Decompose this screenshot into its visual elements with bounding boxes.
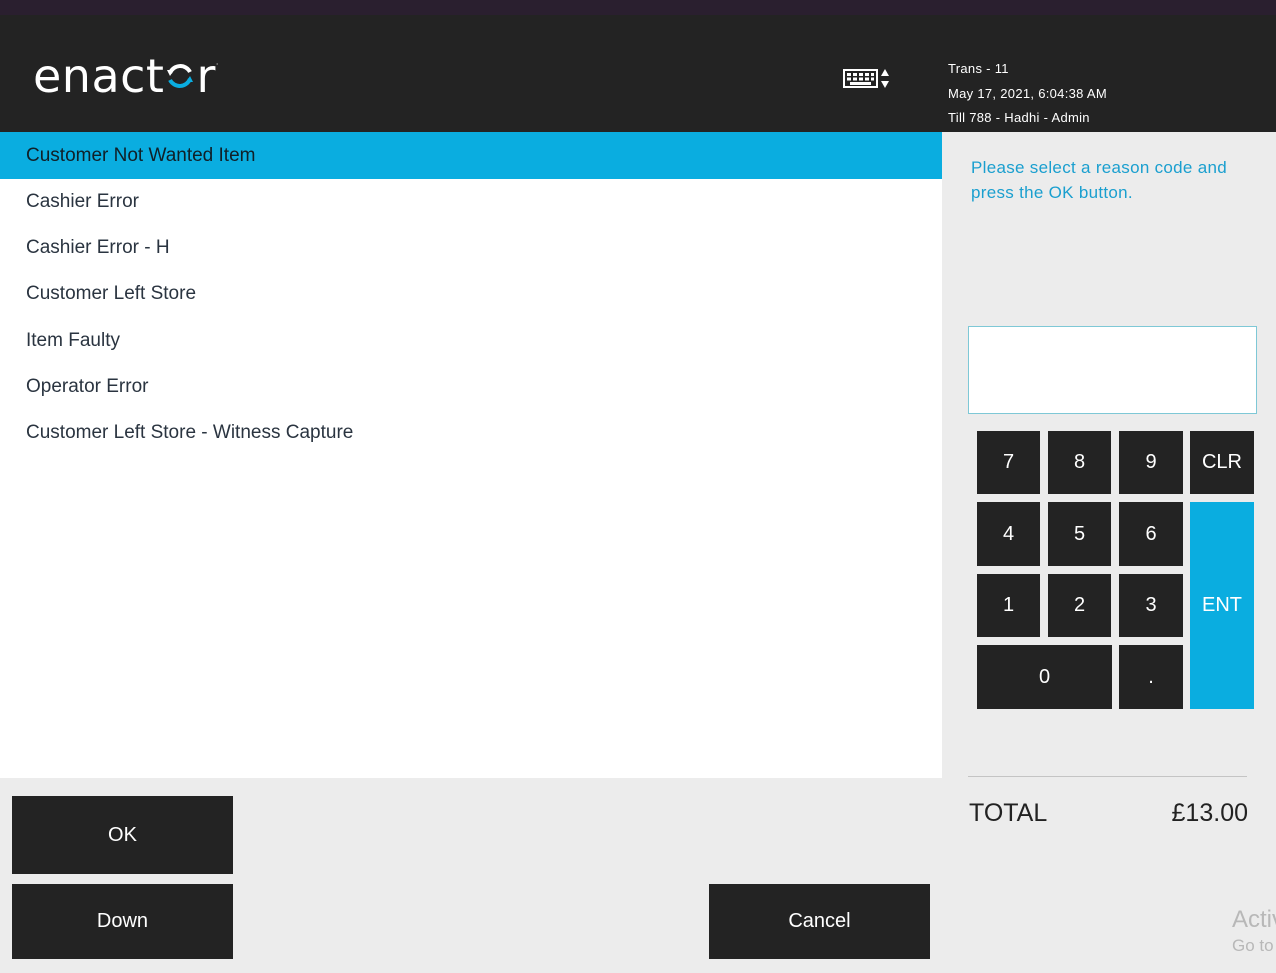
till-operator: Till 788 - Hadhi - Admin xyxy=(948,110,1090,125)
reason-item[interactable]: Item Faulty xyxy=(0,318,942,364)
reason-code-list: Customer Not Wanted Item Cashier Error C… xyxy=(0,132,942,778)
watermark-line-1: Activate Windows xyxy=(1232,906,1276,933)
keypad-8-button[interactable]: 8 xyxy=(1048,431,1111,494)
instruction-text: Please select a reason code and press th… xyxy=(971,158,1227,202)
keyboard-toggle-icon[interactable] xyxy=(843,67,891,93)
keypad-entry-field[interactable] xyxy=(968,326,1257,414)
keypad-5-button[interactable]: 5 xyxy=(1048,502,1111,566)
transaction-info: Trans - 11 May 17, 2021, 6:04:38 AM Till… xyxy=(948,57,1107,131)
app-header: enact r · Trans - 11 May 17, 2021, 6:04:… xyxy=(0,15,1276,132)
logo-trademark: · xyxy=(215,60,219,69)
window-top-strip xyxy=(0,0,1276,15)
keypad-0-button[interactable]: 0 xyxy=(977,645,1112,709)
enactor-logo: enact r · xyxy=(33,49,219,103)
total-divider xyxy=(968,776,1247,777)
keypad-1-button[interactable]: 1 xyxy=(977,574,1040,637)
keypad-6-button[interactable]: 6 xyxy=(1119,502,1183,566)
logo-cycle-icon xyxy=(167,64,194,88)
reason-item[interactable]: Operator Error xyxy=(0,364,942,410)
cancel-button[interactable]: Cancel xyxy=(709,884,930,959)
keypad-decimal-button[interactable]: . xyxy=(1119,645,1183,709)
keypad-enter-button[interactable]: ENT xyxy=(1190,502,1254,709)
total-value: £13.00 xyxy=(1171,799,1248,827)
keypad-4-button[interactable]: 4 xyxy=(977,502,1040,566)
keypad-2-button[interactable]: 2 xyxy=(1048,574,1111,637)
reason-item[interactable]: Cashier Error - H xyxy=(0,225,942,271)
reason-item[interactable]: Customer Left Store - Witness Capture xyxy=(0,410,942,456)
transaction-number: Trans - 11 xyxy=(948,61,1009,76)
total-label: TOTAL xyxy=(969,799,1048,827)
activate-windows-watermark: Activate Windows Go to Settings to activ… xyxy=(1232,906,1276,958)
logo-text-end: r xyxy=(196,49,216,103)
ok-button[interactable]: OK xyxy=(12,796,233,874)
down-button[interactable]: Down xyxy=(12,884,233,959)
transaction-datetime: May 17, 2021, 6:04:38 AM xyxy=(948,85,1107,101)
keypad-9-button[interactable]: 9 xyxy=(1119,431,1183,494)
keypad-clear-button[interactable]: CLR xyxy=(1190,431,1254,494)
watermark-line-2: Go to Settings to activate Windows. xyxy=(1232,936,1276,955)
keypad-3-button[interactable]: 3 xyxy=(1119,574,1183,637)
reason-item[interactable]: Customer Left Store xyxy=(0,271,942,317)
logo-text: enact xyxy=(33,49,165,103)
reason-item[interactable]: Customer Not Wanted Item xyxy=(0,132,942,179)
reason-item[interactable]: Cashier Error xyxy=(0,179,942,225)
keypad-7-button[interactable]: 7 xyxy=(977,431,1040,494)
